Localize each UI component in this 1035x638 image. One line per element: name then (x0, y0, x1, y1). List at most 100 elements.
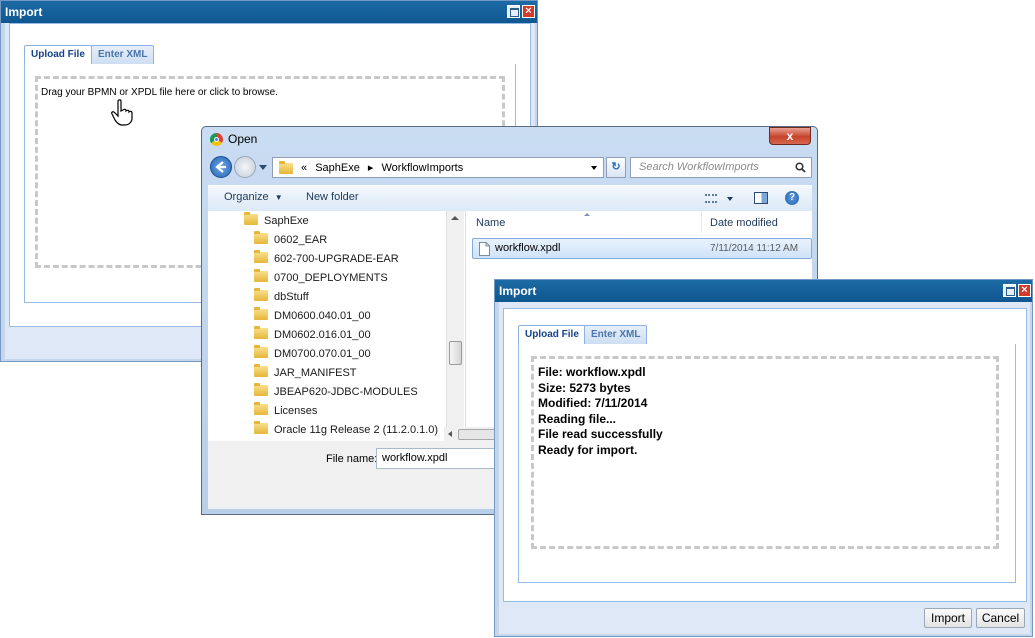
refresh-icon[interactable]: ↻ (606, 157, 626, 178)
tab-enter-xml[interactable]: Enter XML (91, 45, 155, 64)
search-input[interactable]: Search WorkflowImports (630, 157, 812, 178)
folder-icon (254, 345, 268, 358)
tab-label: Upload File (31, 49, 85, 60)
status-line: Reading file... (538, 411, 617, 426)
chrome-icon (210, 133, 223, 146)
tab-body: File: workflow.xpdl Size: 5273 bytes Mod… (518, 344, 1016, 583)
tab-label: Enter XML (98, 49, 148, 60)
folder-label: JBEAP620-JDBC-MODULES (274, 386, 418, 398)
tree-item[interactable]: 0602_EAR (254, 231, 327, 249)
folder-icon (254, 402, 268, 415)
breadcrumb-segment[interactable]: SaphExe (315, 162, 360, 174)
preview-pane-icon[interactable] (754, 192, 768, 204)
navigation-tree[interactable]: SaphExe 0602_EAR 602-700-UPGRADE-EAR 070… (208, 211, 466, 441)
tree-item[interactable]: JAR_MANIFEST (254, 364, 357, 382)
file-row[interactable]: workflow.xpdl 7/11/2014 11:12 AM (472, 238, 812, 259)
tree-item[interactable]: DM0602.016.01_00 (254, 326, 371, 344)
close-icon[interactable]: × (1018, 284, 1031, 297)
address-bar[interactable]: « SaphExe ▸ WorkflowImports (272, 157, 604, 178)
upload-panel: Upload File Enter XML File: workflow.xpd… (503, 308, 1027, 602)
horizontal-scrollbar[interactable] (444, 427, 500, 441)
folder-label: DM0700.070.01_00 (274, 348, 371, 360)
maximize-icon[interactable] (507, 5, 520, 18)
close-icon[interactable]: x (769, 127, 811, 145)
tree-item[interactable]: DM0700.070.01_00 (254, 345, 371, 363)
maximize-icon[interactable] (1003, 284, 1016, 297)
tree-item[interactable]: 602-700-UPGRADE-EAR (254, 250, 399, 268)
folder-label: 0700_DEPLOYMENTS (274, 272, 388, 284)
tab-upload-file[interactable]: Upload File (24, 45, 92, 66)
close-icon[interactable]: × (522, 5, 535, 18)
help-icon[interactable]: ? (785, 191, 799, 205)
status-line: File: workflow.xpdl (538, 365, 646, 379)
import-button[interactable]: Import (924, 608, 972, 628)
file-icon (479, 242, 490, 256)
status-line: Size: 5273 bytes (538, 380, 631, 395)
import-dialog-titlebar[interactable]: Import (1, 1, 537, 23)
arrow-left-icon (215, 161, 226, 173)
folder-icon (254, 383, 268, 396)
dropzone-text: Drag your BPMN or XPDL file here or clic… (41, 87, 278, 98)
status-line: Modified: 7/11/2014 (538, 396, 648, 410)
tab-upload-file[interactable]: Upload File (518, 325, 586, 346)
views-icon[interactable] (705, 194, 717, 203)
breadcrumb-segment[interactable]: WorkflowImports (382, 162, 464, 174)
folder-label: DM0602.016.01_00 (274, 329, 371, 341)
search-icon (795, 162, 806, 173)
import-dialog-titlebar[interactable]: Import (495, 280, 1032, 302)
sort-ascending-icon (584, 213, 590, 216)
tree-item-saphexe[interactable]: SaphExe (244, 212, 309, 230)
scroll-left-icon[interactable] (448, 431, 452, 437)
forward-arrow-icon[interactable] (234, 156, 256, 178)
folder-label: Licenses (274, 405, 318, 417)
file-name-value: workflow.xpdl (382, 452, 448, 464)
folder-icon (254, 288, 268, 301)
tree-item[interactable]: Oracle 11g Release 2 (11.2.0.1.0) (254, 421, 438, 439)
breadcrumb-separator[interactable]: ▸ (368, 162, 374, 174)
scroll-up-icon[interactable] (451, 216, 459, 220)
organize-button[interactable]: Organize ▼ (224, 191, 283, 203)
search-placeholder: Search WorkflowImports (639, 161, 759, 173)
folder-label: 0602_EAR (274, 234, 328, 246)
file-dropzone[interactable]: File: workflow.xpdl Size: 5273 bytes Mod… (531, 356, 999, 549)
folder-icon (279, 161, 293, 174)
hand-cursor-icon (111, 99, 133, 126)
file-name-label: File name: (326, 453, 378, 465)
scroll-thumb[interactable] (449, 341, 462, 365)
new-folder-button[interactable]: New folder (306, 191, 359, 203)
tab-enter-xml[interactable]: Enter XML (584, 325, 648, 344)
folder-icon (254, 364, 268, 377)
tab-label: Enter XML (591, 329, 641, 340)
file-name-input[interactable]: workflow.xpdl (376, 448, 506, 469)
folder-icon (244, 212, 258, 225)
tree-item[interactable]: DM0600.040.01_00 (254, 307, 371, 325)
folder-icon (254, 269, 268, 282)
tree-item[interactable]: dbStuff (254, 288, 309, 306)
views-dropdown-icon[interactable] (727, 197, 733, 201)
status-line: Ready for import. (538, 442, 638, 457)
history-dropdown-icon[interactable] (259, 165, 267, 170)
address-dropdown-icon[interactable] (591, 166, 597, 170)
breadcrumb-overflow[interactable]: « (301, 162, 307, 174)
tree-scrollbar[interactable] (446, 211, 464, 441)
tree-item[interactable]: Licenses (254, 402, 317, 420)
file-date: 7/11/2014 11:12 AM (710, 243, 799, 254)
tree-item[interactable]: 0700_DEPLOYMENTS (254, 269, 388, 287)
column-header-date-modified[interactable]: Date modified (710, 217, 778, 229)
column-header-name[interactable]: Name (476, 217, 505, 229)
status-log: File: workflow.xpdl Size: 5273 bytes Mod… (538, 365, 663, 458)
column-divider[interactable] (701, 211, 702, 233)
back-arrow-icon[interactable] (210, 156, 232, 178)
folder-label: SaphExe (264, 215, 309, 227)
folder-icon (254, 231, 268, 244)
tree-item[interactable]: JBEAP620-JDBC-MODULES (254, 383, 418, 401)
dialog-title: Open (228, 132, 258, 146)
file-name: workflow.xpdl (495, 242, 561, 254)
tab-label: Upload File (525, 329, 579, 340)
folder-label: Oracle 11g Release 2 (11.2.0.1.0) (274, 424, 439, 436)
cancel-button[interactable]: Cancel (976, 608, 1025, 628)
dialog-title: Import (499, 284, 537, 298)
chevron-down-icon: ▼ (274, 193, 283, 202)
folder-label: dbStuff (274, 291, 309, 303)
command-bar: Organize ▼ New folder ? (208, 185, 812, 212)
